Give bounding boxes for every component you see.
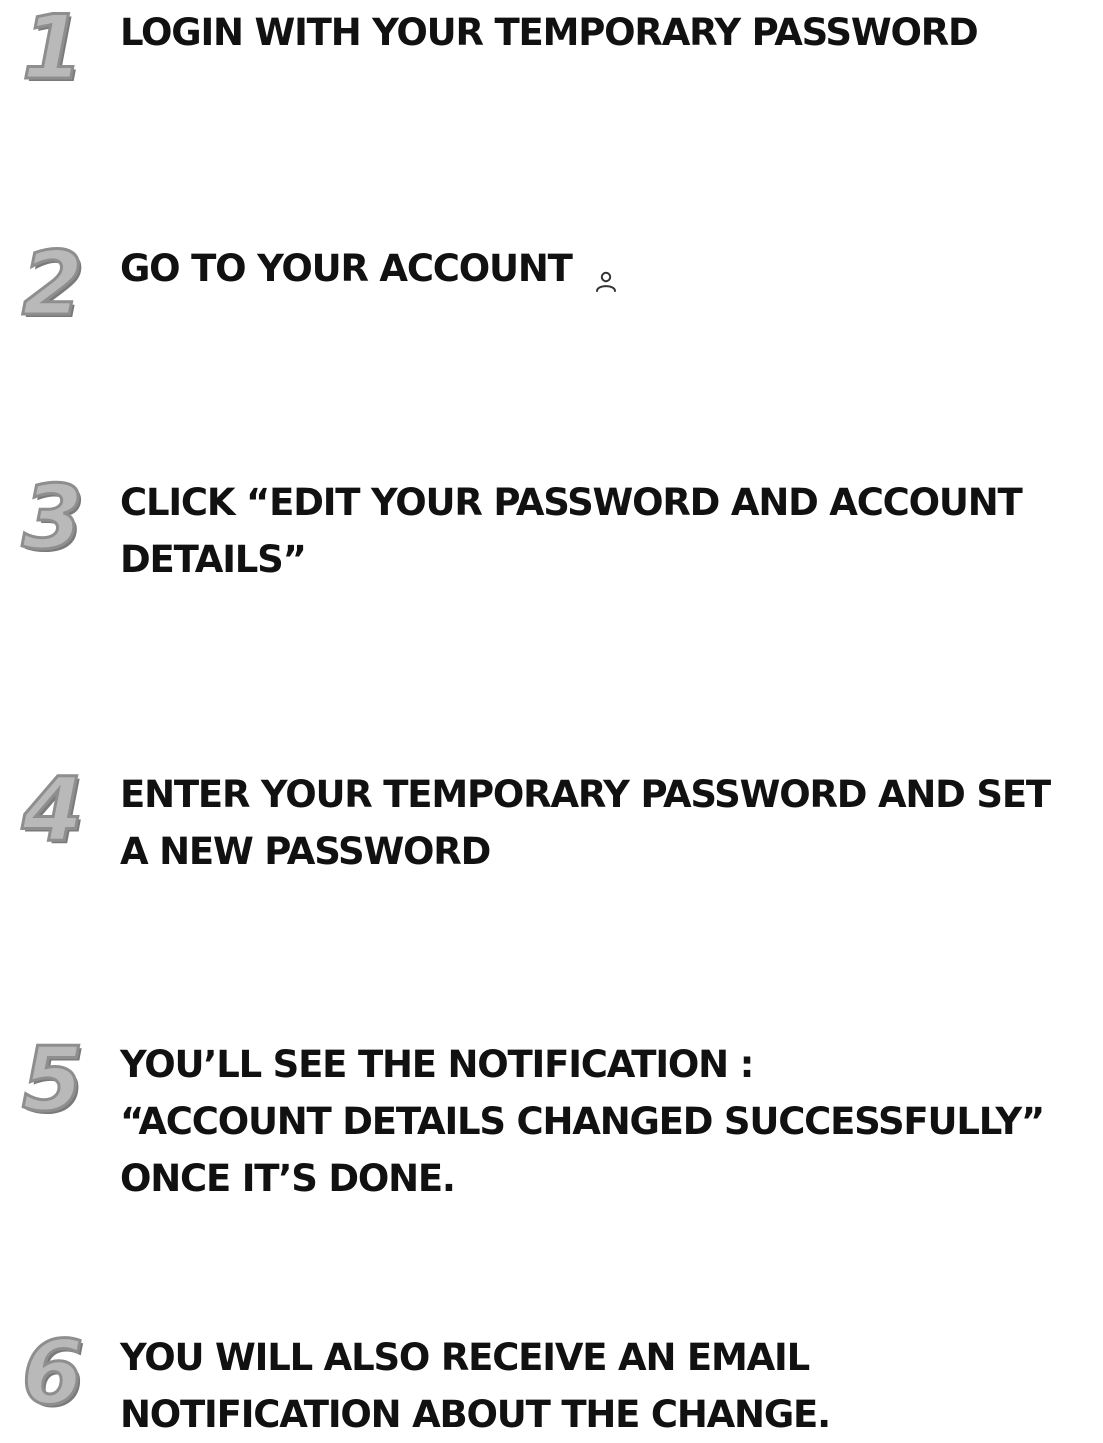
step-number: 6 (21, 1321, 85, 1424)
step-number: 4 (21, 758, 85, 861)
step-text: ENTER YOUR TEMPORARY PASSWORD AND SET A … (120, 766, 1080, 880)
step-line: ENTER YOUR TEMPORARY PASSWORD AND SET (120, 773, 1051, 816)
step-line: DETAILS” (120, 538, 307, 581)
step-line: ONCE IT’S DONE. (120, 1157, 456, 1200)
user-account-icon (594, 254, 618, 292)
step-line: GO TO YOUR ACCOUNT (120, 240, 1080, 297)
step-text: YOU’LL SEE THE NOTIFICATION : “ACCOUNT D… (120, 1036, 1080, 1207)
step-number: 1 (21, 0, 85, 99)
step-number: 3 (21, 466, 85, 569)
step-line: “ACCOUNT DETAILS CHANGED SUCCESSFULLY” (120, 1100, 1045, 1143)
step-line: CLICK “EDIT YOUR PASSWORD AND ACCOUNT (120, 481, 1023, 524)
step-line: YOU WILL ALSO RECEIVE AN EMAIL (120, 1336, 810, 1379)
step-line: NOTIFICATION ABOUT THE CHANGE. (120, 1393, 831, 1436)
step-line: YOU’LL SEE THE NOTIFICATION : (120, 1043, 754, 1086)
step-number: 5 (21, 1028, 85, 1131)
step-text: GO TO YOUR ACCOUNT (120, 240, 1080, 297)
step-text: CLICK “EDIT YOUR PASSWORD AND ACCOUNT DE… (120, 474, 1080, 588)
step-line: LOGIN WITH YOUR TEMPORARY PASSWORD (120, 11, 979, 54)
step-line: A NEW PASSWORD (120, 830, 491, 873)
step-line-text: GO TO YOUR ACCOUNT (120, 247, 573, 290)
step-text: YOU WILL ALSO RECEIVE AN EMAIL NOTIFICAT… (120, 1329, 1080, 1443)
step-number: 2 (21, 232, 85, 335)
step-text: LOGIN WITH YOUR TEMPORARY PASSWORD (120, 4, 1080, 61)
